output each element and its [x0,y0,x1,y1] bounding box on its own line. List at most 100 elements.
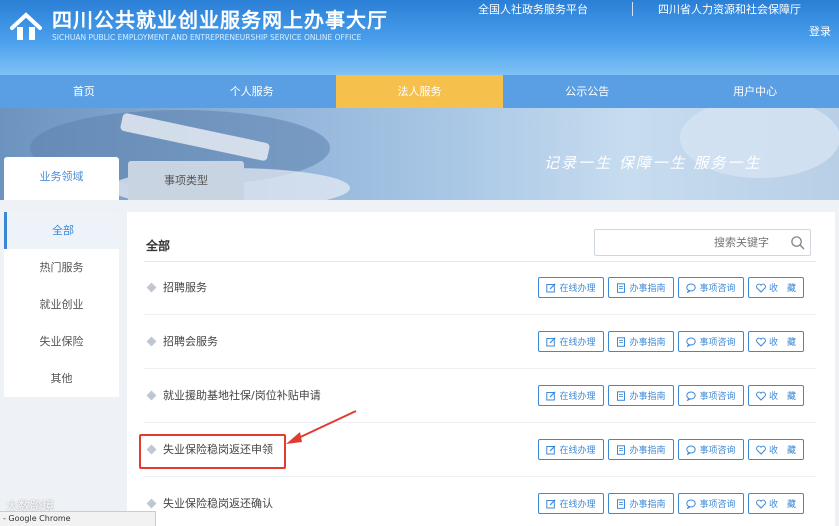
table-row: 招聘会服务 在线办理 办事指南 事项咨询 收 藏 [127,316,835,369]
document-icon [616,336,626,347]
login-link[interactable]: 登录 [809,23,831,39]
document-icon [616,444,626,455]
diamond-bullet-icon [146,390,157,401]
tab-item-type[interactable]: 事项类型 [128,161,244,200]
row-divider [144,368,816,369]
provincial-dept-link[interactable]: 四川省人力资源和社会保障厅 [658,1,801,17]
favorite-button-label: 收 藏 [768,284,796,294]
consult-button[interactable]: 事项咨询 [678,439,744,460]
banner: 记录一生 保障一生 服务一生 [0,108,839,200]
nav-corporate-service[interactable]: 法人服务 [335,75,504,108]
service-guide-button-label: 办事指南 [629,338,666,348]
favorite-button[interactable]: 收 藏 [748,331,804,352]
search-input[interactable] [597,232,781,253]
category-sidebar: 全部 热门服务 就业创业 失业保险 其他 [4,212,119,397]
consult-button[interactable]: 事项咨询 [678,277,744,298]
consult-button[interactable]: 事项咨询 [678,493,744,514]
service-item-name[interactable]: 招聘服务 [163,279,207,295]
house-logo-icon [10,12,42,40]
favorite-button-label: 收 藏 [768,338,796,348]
service-item-name[interactable]: 失业保险稳岗返还确认 [163,495,273,511]
online-apply-button[interactable]: 在线办理 [538,331,604,352]
service-guide-button[interactable]: 办事指南 [608,277,674,298]
chat-icon [686,499,697,509]
service-guide-button-label: 办事指南 [629,500,666,510]
row-actions: 在线办理 办事指南 事项咨询 收 藏 [538,385,804,406]
consult-button[interactable]: 事项咨询 [678,331,744,352]
service-guide-button[interactable]: 办事指南 [608,385,674,406]
service-guide-button[interactable]: 办事指南 [608,331,674,352]
favorite-button-label: 收 藏 [768,446,796,456]
edit-icon [546,390,557,401]
panel-title: 全部 [146,239,171,253]
service-item-name[interactable]: 招聘会服务 [163,333,218,349]
service-guide-button[interactable]: 办事指南 [608,493,674,514]
online-apply-button-label: 在线办理 [559,284,596,294]
online-apply-button[interactable]: 在线办理 [538,277,604,298]
nav-user-center[interactable]: 用户中心 [671,75,839,108]
nav-home[interactable]: 首页 [0,75,168,108]
document-icon [616,282,626,293]
online-apply-button-label: 在线办理 [559,500,596,510]
favorite-button[interactable]: 收 藏 [748,385,804,406]
row-divider [144,476,816,477]
sidebar-item-other[interactable]: 其他 [4,360,119,397]
chat-icon [686,337,697,347]
browser-status-bar: - Google Chrome [0,511,156,526]
site-title: 四川公共就业创业服务网上办事大厅 [52,8,388,32]
consult-button-label: 事项咨询 [699,392,736,402]
sidebar-item-all[interactable]: 全部 [4,212,119,249]
heart-icon [756,337,766,347]
site-header: 四川公共就业创业服务网上办事大厅 SICHUAN PUBLIC EMPLOYME… [0,0,839,75]
tab-business-area[interactable]: 业务领域 [4,157,119,200]
chat-icon [686,283,697,293]
favorite-button[interactable]: 收 藏 [748,439,804,460]
favorite-button[interactable]: 收 藏 [748,277,804,298]
service-list-panel: 全部 招聘服务在线办理办事指南事项咨询收 藏招聘会服务在线办理办事指南事项咨询收… [127,212,835,526]
heart-icon [756,391,766,401]
national-portal-link[interactable]: 全国人社政务服务平台 [478,1,588,17]
consult-button-label: 事项咨询 [699,500,736,510]
online-apply-button-label: 在线办理 [559,338,596,348]
table-row: 招聘服务 在线办理 办事指南 事项咨询 收 藏 [127,262,835,315]
sidebar-item-unemployment-insurance[interactable]: 失业保险 [4,323,119,360]
favorite-button-label: 收 藏 [768,500,796,510]
service-guide-button[interactable]: 办事指南 [608,439,674,460]
document-icon [616,498,626,509]
online-apply-button[interactable]: 在线办理 [538,493,604,514]
edit-icon [546,282,557,293]
diamond-bullet-icon [146,282,157,293]
main-nav: 首页 个人服务 法人服务 公示公告 用户中心 [0,75,839,108]
favorite-button-label: 收 藏 [768,392,796,402]
row-actions: 在线办理 办事指南 事项咨询 收 藏 [538,439,804,460]
top-link-divider [632,2,633,16]
heart-icon [756,283,766,293]
sidebar-item-hot-services[interactable]: 热门服务 [4,249,119,286]
nav-personal-service[interactable]: 个人服务 [168,75,336,108]
nav-announcements[interactable]: 公示公告 [503,75,671,108]
consult-button-label: 事项咨询 [699,338,736,348]
highlight-box [139,434,286,469]
table-row: 就业援助基地社保/岗位补贴申请 在线办理 办事指南 事项咨询 收 藏 [127,370,835,423]
edit-icon [546,336,557,347]
service-guide-button-label: 办事指南 [629,392,666,402]
diamond-bullet-icon [146,336,157,347]
row-actions: 在线办理 办事指南 事项咨询 收 藏 [538,331,804,352]
online-apply-button[interactable]: 在线办理 [538,385,604,406]
online-apply-button-label: 在线办理 [559,446,596,456]
consult-button[interactable]: 事项咨询 [678,385,744,406]
row-divider [144,422,816,423]
favorite-button[interactable]: 收 藏 [748,493,804,514]
online-apply-button[interactable]: 在线办理 [538,439,604,460]
row-actions: 在线办理 办事指南 事项咨询 收 藏 [538,493,804,514]
service-guide-button-label: 办事指南 [629,284,666,294]
row-divider [144,314,816,315]
sidebar-item-employment[interactable]: 就业创业 [4,286,119,323]
search-icon[interactable] [790,235,805,250]
service-item-name[interactable]: 就业援助基地社保/岗位补贴申请 [163,387,321,403]
site-subtitle: SICHUAN PUBLIC EMPLOYMENT AND ENTREPRENE… [52,33,362,42]
consult-button-label: 事项咨询 [699,446,736,456]
row-actions: 在线办理 办事指南 事项咨询 收 藏 [538,277,804,298]
heart-icon [756,445,766,455]
chat-icon [686,391,697,401]
